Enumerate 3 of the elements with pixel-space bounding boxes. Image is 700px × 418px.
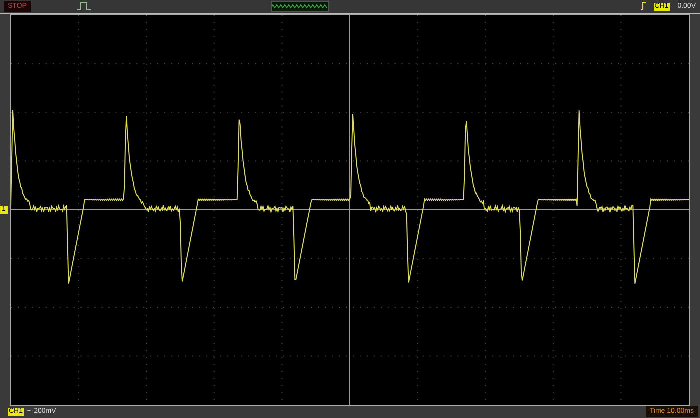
memory-waveform-preview: [270, 1, 329, 12]
pulse-icon: [76, 2, 91, 11]
trigger-edge-icon: [640, 2, 646, 11]
